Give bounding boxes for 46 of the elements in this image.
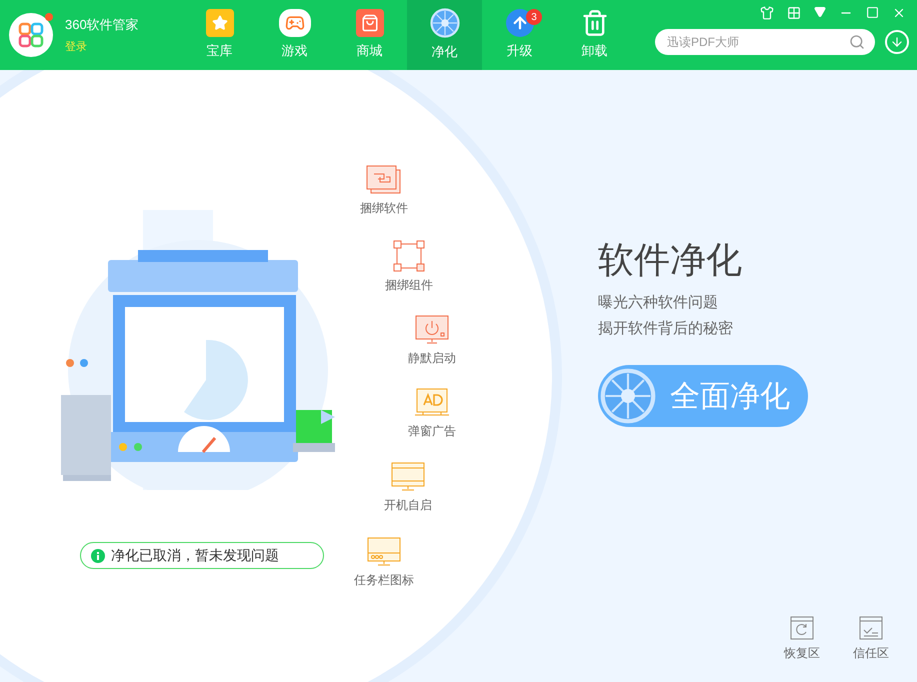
search-field[interactable]: 迅读PDF大师 — [655, 29, 875, 55]
close-icon[interactable] — [892, 6, 906, 20]
panel-description: 曝光六种软件问题 — [598, 293, 719, 313]
issue-label: 开机自启 — [384, 497, 432, 514]
status-message: 净化已取消，暂未发现问题 — [111, 546, 279, 565]
download-icon[interactable] — [885, 30, 909, 54]
connected-squares-icon — [393, 240, 425, 272]
grid-icon[interactable] — [787, 6, 801, 20]
dropdown-icon[interactable] — [814, 6, 826, 18]
count-badge: 3 — [526, 9, 542, 25]
gamepad-icon — [278, 9, 310, 38]
maximize-icon[interactable] — [866, 6, 879, 19]
nav-tab[interactable]: 升级 3 — [482, 0, 557, 70]
nav-tab[interactable]: 商城 — [332, 0, 407, 70]
issue-label: 捆绑软件 — [360, 200, 408, 217]
panel-description: 揭开软件背后的秘密 — [598, 318, 734, 338]
power-monitor-icon — [415, 315, 449, 345]
issue-label: 静默启动 — [408, 350, 456, 367]
issue-label: 弹窗广告 — [408, 423, 456, 440]
clover-logo-icon — [9, 13, 53, 57]
footer-button[interactable]: 信任区 — [853, 616, 889, 662]
skin-icon[interactable] — [760, 6, 774, 20]
app-name: 360软件管家 — [65, 16, 139, 34]
fan-icon — [600, 368, 656, 424]
arrow-up-icon — [506, 9, 534, 38]
nav-tab[interactable]: 卸载 — [557, 0, 632, 70]
info-icon — [91, 548, 105, 562]
issue-label: 任务栏图标 — [354, 572, 414, 589]
ad-monitor-icon — [414, 388, 450, 418]
overlapping-windows-icon — [366, 165, 402, 195]
refresh-window-icon — [790, 616, 814, 640]
nav-tab[interactable]: 宝库 — [182, 0, 257, 70]
login-link[interactable]: 登录 — [65, 38, 139, 55]
fan-icon — [430, 8, 460, 38]
nav-tab[interactable]: 游戏 — [257, 0, 332, 70]
nav-tab[interactable]: 净化 — [407, 0, 482, 70]
issue-label: 捆绑组件 — [385, 277, 433, 294]
taskbar-monitor-icon — [367, 537, 401, 567]
trash-icon — [580, 9, 608, 38]
full-clean-button[interactable]: 全面净化 — [598, 365, 808, 427]
checklist-window-icon — [859, 616, 883, 640]
footer-button[interactable]: 恢复区 — [784, 616, 820, 662]
shopping-bag-icon — [356, 9, 384, 38]
search-icon[interactable] — [849, 34, 865, 50]
panel-title: 软件净化 — [598, 242, 743, 278]
monitor-icon — [391, 462, 425, 492]
